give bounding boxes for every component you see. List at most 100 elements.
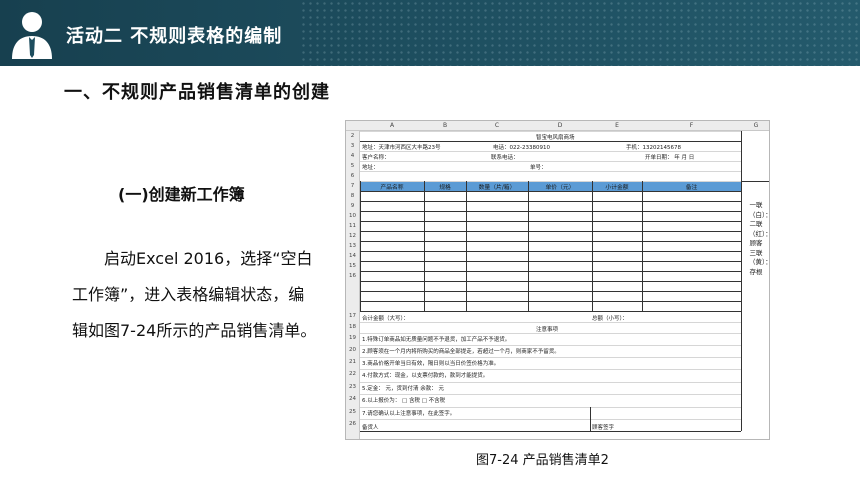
contact-phone-label: 联系电话： [491, 155, 519, 161]
customer-name-label: 客户名称： [362, 155, 390, 161]
table-header-cell: 单价（元） [545, 185, 575, 191]
grid-line [360, 311, 741, 312]
person-icon [12, 12, 52, 59]
row-number: 17 [349, 313, 356, 319]
row-number: 7 [350, 183, 355, 189]
grid-line [360, 407, 741, 408]
copy-note-vertical: 一联（白）：二联（红）：顾客三联（黄）：存根 [749, 201, 770, 276]
grid-line [360, 261, 741, 262]
sheet-title: 智宝电风扇商场 [536, 135, 575, 141]
note-item: 6.以上报价为： □ 含税 □ 不含税 [362, 398, 446, 404]
grid-line [360, 171, 741, 172]
column-header: B [442, 122, 448, 129]
table-header-cell: 小计金额 [605, 185, 629, 191]
row-number: 5 [350, 163, 355, 169]
shipper-label: 备货人 [362, 425, 379, 431]
row-number: 16 [349, 273, 356, 279]
notes-title: 注意事项 [536, 327, 559, 333]
order-no-label: 单号： [530, 165, 547, 171]
column-header: D [557, 122, 563, 129]
open-date-label: 开单日期： 年 月 日 [645, 155, 695, 161]
row-number: 21 [349, 359, 356, 365]
row-number: 9 [350, 203, 355, 209]
grid-line [360, 431, 741, 432]
mobile-line: 手机：13202145678 [626, 145, 681, 151]
row-number: 12 [349, 233, 356, 239]
page-title: 活动二 不规则表格的编制 [66, 26, 283, 47]
row-number: 13 [349, 243, 356, 249]
grid-line [360, 345, 741, 346]
grid-line [360, 251, 741, 252]
grid-line [360, 151, 741, 152]
row-number: 18 [349, 324, 356, 330]
grid-line [360, 241, 741, 242]
note-item: 3.商品价格开单当日有效，隔日则以当日价签价格为准。 [362, 361, 500, 367]
row-number: 3 [350, 143, 355, 149]
table-header-cell: 产品名称 [380, 185, 404, 191]
row-number: 20 [349, 347, 356, 353]
grid-line [360, 201, 741, 202]
grid-line [360, 301, 741, 302]
grid-line [360, 181, 741, 182]
row-number: 23 [349, 384, 356, 390]
column-header: C [494, 122, 500, 129]
grid-line [360, 231, 741, 232]
row-number: 15 [349, 263, 356, 269]
total-upper-label: 合计金额（大写）： [362, 316, 409, 322]
address-line: 地址：天津市河西区大丰路23号 [362, 145, 441, 151]
column-header-bar: A B C D E F G [346, 121, 769, 131]
row-number: 25 [349, 409, 356, 415]
grid-line [360, 281, 741, 282]
table-header-cell: 规格 [439, 185, 451, 191]
table-header-row: 产品名称 规格 数量（片/箱） 单价（元） 小计金额 备注 [360, 181, 741, 191]
body-paragraph-text: 启动Excel 2016，选择“空白工作簿”，进入表格编辑状态，编辑如图7-24… [72, 249, 317, 340]
grid-line [360, 221, 741, 222]
grid-line [360, 291, 741, 292]
grid-line [360, 141, 741, 142]
world-map-decoration [300, 0, 860, 66]
note-item: 2.顾客须在一个月内将所购买的商品全部提走，若超过一个月，则商家不予留货。 [362, 349, 560, 355]
grid-line [360, 357, 741, 358]
note-item: 1.特殊订单商品如无质量问题不予退货，加工产品不予退货。 [362, 337, 511, 343]
grid-line [360, 419, 741, 420]
row-header-bar: 2 3 4 5 6 7 8 9 10 11 12 13 14 15 16 17 18 19 20 21 22 23 24 25… [346, 131, 360, 439]
customer-sign-label: 顾客签字 [592, 425, 615, 431]
grid-line [360, 211, 741, 212]
phone-line: 电话：022-23380910 [493, 145, 550, 151]
row-number: 2 [350, 133, 355, 139]
column-header: A [389, 122, 395, 129]
grid-line [360, 369, 741, 370]
row-number: 4 [350, 153, 355, 159]
grid-line [360, 161, 741, 162]
row-number: 19 [349, 335, 356, 341]
column-header: F [689, 122, 694, 129]
grid-line [360, 322, 741, 323]
note-item: 7.请您确认以上注意事项，在此签字。 [362, 411, 456, 417]
note-item: 5.定金： 元，货到付清 余款： 元 [362, 386, 444, 392]
figure-caption: 图7-24 产品销售清单2 [476, 453, 609, 468]
row-number: 6 [350, 173, 355, 179]
table-header-cell: 数量（片/箱） [478, 185, 516, 191]
title-bar: 活动二 不规则表格的编制 [0, 0, 860, 66]
sub-heading: (一)创建新工作簿 [118, 185, 245, 204]
total-small-label: 总额（小写）： [592, 316, 628, 322]
grid-line [360, 271, 741, 272]
grid-line [360, 131, 741, 132]
grid-line [590, 407, 591, 431]
column-header: G [753, 122, 759, 129]
section-heading: 一、不规则产品销售清单的创建 [64, 82, 330, 103]
address2-label: 地址： [362, 165, 379, 171]
row-number: 26 [349, 421, 356, 427]
column-header: E [615, 122, 619, 129]
note-item: 4.付款方式：现金，以支票付款的，款到才能提货。 [362, 373, 489, 379]
grid-line [360, 394, 741, 395]
table-header-cell: 备注 [685, 185, 698, 191]
body-paragraph: 启动Excel 2016，选择“空白工作簿”，进入表格编辑状态，编辑如图7-24… [72, 241, 318, 349]
grid-line [360, 382, 741, 383]
row-number: 11 [349, 223, 356, 229]
grid-line [741, 181, 769, 182]
row-number: 8 [350, 193, 355, 199]
row-number: 24 [349, 396, 356, 402]
row-number: 22 [349, 371, 356, 377]
spreadsheet-figure: A B C D E F G 2 3 4 5 6 7 8 9 10 11 12 13 14 15 16 17 18… [345, 120, 770, 440]
